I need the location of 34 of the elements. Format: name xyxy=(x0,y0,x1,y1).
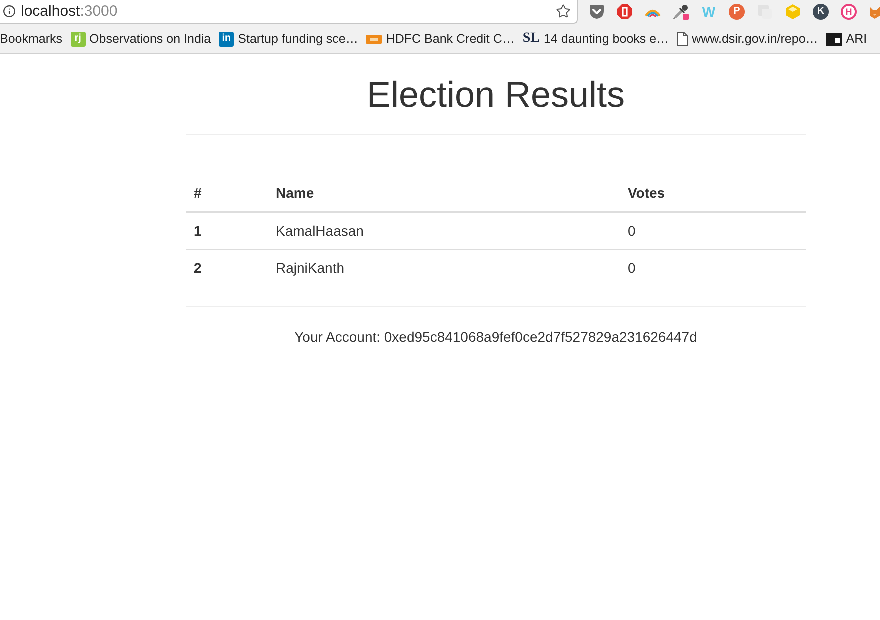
site-logo: SL xyxy=(522,32,540,46)
account-text: Your Account: 0xed95c841068a9fef0ce2d7f527829a231626447d xyxy=(294,328,698,347)
url-text: localhost:3000 xyxy=(21,4,119,19)
column-header: # xyxy=(186,174,268,212)
eyedropper-icon[interactable] xyxy=(673,4,689,20)
fox-icon[interactable] xyxy=(869,4,880,20)
info-icon[interactable] xyxy=(3,5,16,18)
page-title: Election Results xyxy=(366,75,626,115)
extension-button[interactable]: H xyxy=(841,4,857,20)
document-icon xyxy=(677,32,688,46)
shield-chevron-icon[interactable] xyxy=(589,4,605,20)
octagon-icon[interactable] xyxy=(617,4,633,20)
table-cell: 0 xyxy=(620,249,806,286)
table-cell: 0 xyxy=(620,212,806,250)
table-cell: 1 xyxy=(186,212,268,250)
bookmark-item[interactable]: ARI xyxy=(826,32,868,46)
table-cell: RajniKanth xyxy=(268,249,620,286)
star-icon[interactable] xyxy=(556,4,571,19)
column-header: Votes xyxy=(620,174,806,212)
address-field[interactable]: localhost:3000 xyxy=(0,0,578,24)
column-header: Name xyxy=(268,174,620,212)
bookmark-item[interactable]: www.dsir.gov.in/repo… xyxy=(677,32,818,46)
card-icon xyxy=(366,34,382,44)
bookmark-item[interactable]: rj Observations on India xyxy=(70,32,212,46)
table-cell: KamalHaasan xyxy=(268,212,620,250)
site-logo: in xyxy=(219,32,234,46)
table-cell: 2 xyxy=(186,249,268,286)
site-logo: rj xyxy=(70,32,86,46)
extension-button[interactable]: K xyxy=(813,4,829,20)
logo-icon xyxy=(826,32,842,46)
bookmark-item[interactable]: Bookmarks xyxy=(0,32,63,46)
bookmark-item[interactable]: in Startup funding sce… xyxy=(219,32,358,46)
bookmark-item[interactable]: SL 14 daunting books e… xyxy=(522,32,670,46)
bookmark-item[interactable]: HDFC Bank Credit C… xyxy=(366,32,515,46)
